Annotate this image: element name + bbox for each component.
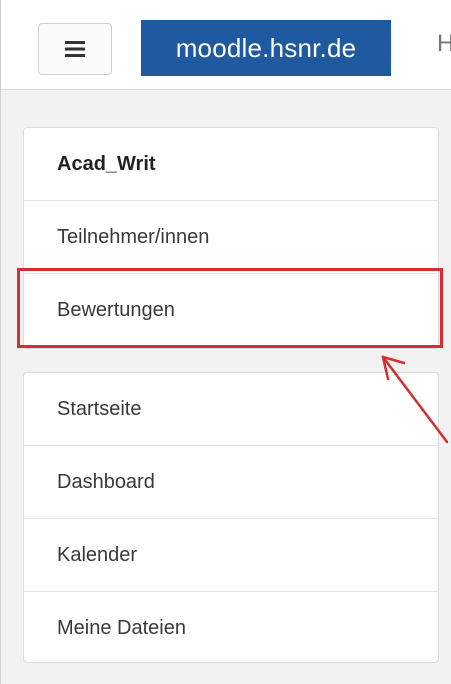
- top-navbar: moodle.hsnr.de H: [1, 0, 451, 90]
- nav-item-home[interactable]: Startseite: [24, 373, 438, 446]
- page: moodle.hsnr.de H Acad_Writ Teilnehmer/in…: [0, 0, 451, 684]
- course-nav-block: Acad_Writ Teilnehmer/innen Bewertungen: [23, 127, 439, 349]
- cut-off-nav-text[interactable]: H: [437, 30, 451, 58]
- menu-toggle-button[interactable]: [38, 23, 112, 75]
- site-brand-link[interactable]: moodle.hsnr.de: [141, 20, 391, 76]
- nav-item-my-files[interactable]: Meine Dateien: [24, 592, 438, 662]
- nav-item-grades[interactable]: Bewertungen: [24, 274, 438, 347]
- nav-item-course[interactable]: Acad_Writ: [24, 128, 438, 201]
- nav-item-participants[interactable]: Teilnehmer/innen: [24, 201, 438, 274]
- site-nav-block: Startseite Dashboard Kalender Meine Date…: [23, 372, 439, 663]
- nav-item-calendar[interactable]: Kalender: [24, 519, 438, 592]
- hamburger-icon: [65, 41, 85, 57]
- nav-item-dashboard[interactable]: Dashboard: [24, 446, 438, 519]
